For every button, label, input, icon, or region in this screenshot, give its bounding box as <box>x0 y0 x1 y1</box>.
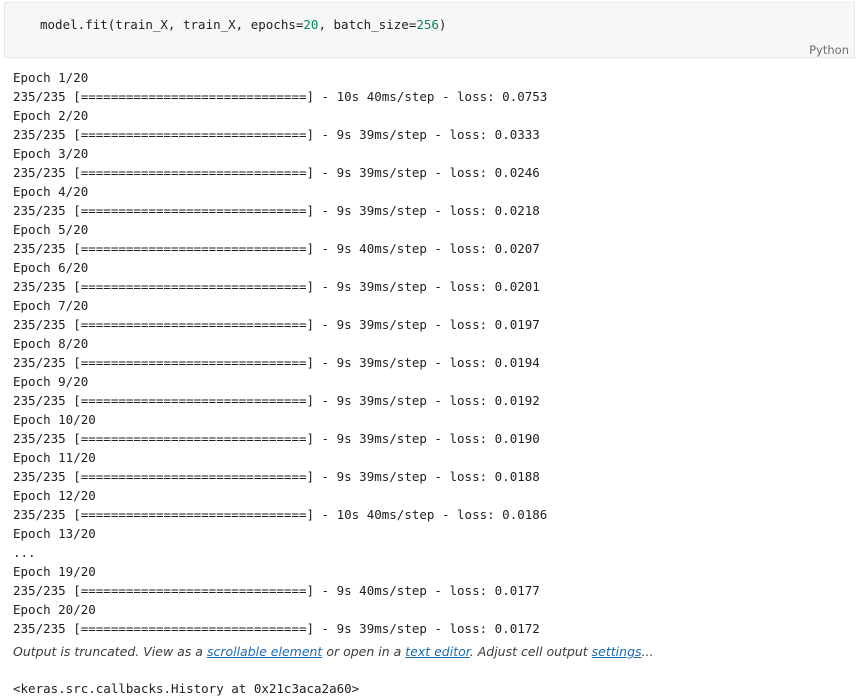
output-line: 235/235 [==============================]… <box>13 431 540 446</box>
output-line: 235/235 [==============================]… <box>13 583 540 598</box>
code-text: , batch_size= <box>318 17 417 32</box>
truncation-text: ... <box>641 644 654 659</box>
output-line: ... <box>13 545 36 560</box>
code-text: model.fit(train_X, train_X, epochs= <box>40 17 304 32</box>
output-line: 235/235 [==============================]… <box>13 203 540 218</box>
output-line: Epoch 13/20 <box>13 526 96 541</box>
output-line: 235/235 [==============================]… <box>13 317 540 332</box>
text-editor-link[interactable]: text editor <box>405 644 470 659</box>
output-line: 235/235 [==============================]… <box>13 469 540 484</box>
output-line: Epoch 19/20 <box>13 564 96 579</box>
code-number: 256 <box>416 17 439 32</box>
output-line: 235/235 [==============================]… <box>13 241 540 256</box>
output-line: 235/235 [==============================]… <box>13 127 540 142</box>
output-line: Epoch 9/20 <box>13 374 89 389</box>
code-number: 20 <box>303 17 319 32</box>
output-line: 235/235 [==============================]… <box>13 89 548 104</box>
output-line: 235/235 [==============================]… <box>13 393 540 408</box>
output-line: 235/235 [==============================]… <box>13 507 548 522</box>
output-line: 235/235 [==============================]… <box>13 279 540 294</box>
output-line: Epoch 8/20 <box>13 336 89 351</box>
output-line: 235/235 [==============================]… <box>13 621 540 636</box>
output-line: Epoch 6/20 <box>13 260 89 275</box>
truncation-text: . Adjust cell output <box>469 644 592 659</box>
output-line: Epoch 4/20 <box>13 184 89 199</box>
scrollable-element-link[interactable]: scrollable element <box>207 644 322 659</box>
output-line: Epoch 5/20 <box>13 222 89 237</box>
truncation-text: Output is truncated. View as a <box>13 644 207 659</box>
output-line: Epoch 10/20 <box>13 412 96 427</box>
cell-output: Epoch 1/20 235/235 [=====================… <box>13 68 853 638</box>
language-label[interactable]: Python <box>809 43 849 57</box>
truncation-text: or open in a <box>322 644 406 659</box>
output-line: Epoch 7/20 <box>13 298 89 313</box>
output-line: Epoch 2/20 <box>13 108 89 123</box>
output-line: Epoch 1/20 <box>13 70 89 85</box>
code-cell[interactable]: model.fit(train_X, train_X, epochs=20, b… <box>4 2 855 58</box>
truncation-notice: Output is truncated. View as a scrollabl… <box>13 644 653 659</box>
code-line[interactable]: model.fit(train_X, train_X, epochs=20, b… <box>40 17 446 33</box>
output-line: 235/235 [==============================]… <box>13 355 540 370</box>
output-line: Epoch 12/20 <box>13 488 96 503</box>
output-line: Epoch 11/20 <box>13 450 96 465</box>
code-text: ) <box>438 17 447 32</box>
output-line: 235/235 [==============================]… <box>13 165 540 180</box>
output-line: Epoch 3/20 <box>13 146 89 161</box>
settings-link[interactable]: settings <box>592 644 642 659</box>
output-line: Epoch 20/20 <box>13 602 96 617</box>
